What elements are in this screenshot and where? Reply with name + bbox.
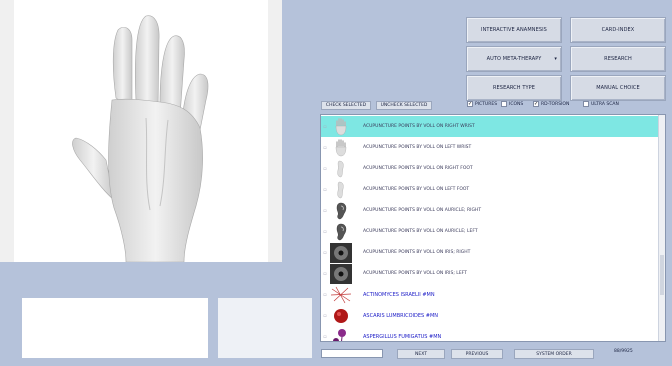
manual-choice-label: MANUAL CHOICE (596, 85, 640, 91)
research-label: RESEARCH (604, 56, 632, 62)
list-item-label: ACUPUNCTURE POINTS BY VOLL ON RIGHT FOOT (363, 166, 473, 171)
list-item[interactable]: ▫ ACUPUNCTURE POINTS BY VOLL ON LEFT FOOT (321, 179, 659, 200)
icons-label: ICONS (509, 101, 524, 107)
list-item[interactable]: ▫ ACUPUNCTURE POINTS BY VOLL ON IRIS; LEF… (321, 263, 659, 284)
check-selected-label: CHECK SELECTED (325, 103, 367, 108)
rd-torsion-label: RD-TORSION (541, 101, 570, 107)
foot-icon (329, 180, 353, 200)
list-item-label: ACUPUNCTURE POINTS BY VOLL ON AURICLE; R… (363, 208, 482, 213)
card-index-label: CARD-INDEX (601, 27, 635, 33)
info-panel-right (218, 298, 312, 358)
ultra-scan-label: ULTRA SCAN (591, 101, 619, 107)
hand-icon (329, 117, 353, 137)
ear-icon (329, 201, 353, 221)
manual-choice-button[interactable]: MANUAL CHOICE (570, 75, 666, 101)
row-checkbox[interactable]: ▫ (322, 124, 328, 130)
icons-checkbox[interactable]: ICONS (501, 101, 523, 107)
row-checkbox[interactable]: ▫ (322, 334, 328, 340)
row-checkbox[interactable]: ▫ (322, 250, 328, 256)
iris-icon (329, 242, 353, 263)
ultra-scan-checkbox[interactable]: ULTRA SCAN (583, 101, 619, 107)
previous-button[interactable]: PREVIOUS (451, 349, 503, 359)
pictures-label: PICTURES (475, 101, 498, 107)
auto-meta-therapy-label: AUTO META-THERAPY (486, 56, 542, 62)
research-type-label: RESEARCH TYPE (492, 85, 536, 91)
list-item-label: ASCARIS LUMBRICOIDES #MN (363, 312, 439, 319)
ultra-scan-check-box (583, 101, 589, 107)
list-item-label: ACUPUNCTURE POINTS BY VOLL ON AURICLE; L… (363, 229, 478, 234)
previous-label: PREVIOUS (465, 351, 489, 357)
list-item-label: ACUPUNCTURE POINTS BY VOLL ON IRIS; LEFT (363, 271, 467, 276)
info-panel-left (22, 298, 208, 358)
image-canvas (14, 0, 268, 263)
pictures-checkbox[interactable]: ✓ PICTURES (467, 101, 497, 107)
list-item-label: ACUPUNCTURE POINTS BY VOLL ON LEFT WRIST (363, 145, 472, 150)
research-type-button[interactable]: RESEARCH TYPE (466, 75, 562, 101)
page-input[interactable] (321, 349, 383, 358)
interactive-anamnesis-button[interactable]: INTERACTIVE ANAMNESIS (466, 17, 562, 43)
list-item[interactable]: ▫ ACUPUNCTURE POINTS BY VOLL ON IRIS; RIG… (321, 242, 659, 263)
system-order-button[interactable]: SYSTEM ORDER (514, 349, 594, 359)
row-checkbox[interactable]: ▫ (322, 166, 328, 172)
list-item-label: ACUPUNCTURE POINTS BY VOLL ON RIGHT WRIS… (363, 124, 475, 129)
row-checkbox[interactable]: ▫ (322, 145, 328, 151)
system-order-label: SYSTEM ORDER (536, 351, 572, 357)
list-item[interactable]: ▫ ACUPUNCTURE POINTS BY VOLL ON AURICLE; … (321, 200, 659, 221)
auto-meta-therapy-dropdown[interactable]: AUTO META-THERAPY ▾ (466, 46, 562, 72)
list-item[interactable]: ▫ ASPERGILLUS FUMIGATUS #MN (321, 326, 659, 341)
list-scrollbar[interactable] (658, 115, 665, 341)
image-viewer (0, 0, 282, 263)
hand-image (72, 15, 209, 263)
row-checkbox[interactable]: ▫ (322, 313, 328, 319)
row-checkbox[interactable]: ▫ (322, 229, 328, 235)
list-item-label: ACTINOMYCES ISRAELII #MN (363, 291, 435, 298)
row-checkbox[interactable]: ▫ (322, 271, 328, 277)
list-item[interactable]: ▫ ACUPUNCTURE POINTS BY VOLL ON RIGHT WRI… (321, 116, 659, 137)
fungus-icon (329, 327, 353, 341)
pictures-check-icon: ✓ (467, 101, 473, 107)
acupuncture-list[interactable]: ▫ ACUPUNCTURE POINTS BY VOLL ON RIGHT WRI… (320, 114, 666, 342)
record-counter: 88/9925 (614, 349, 633, 354)
microbe-icon (329, 285, 353, 305)
research-button[interactable]: RESEARCH (570, 46, 666, 72)
scrollbar-thumb[interactable] (660, 255, 664, 295)
next-label: NEXT (415, 351, 427, 357)
row-checkbox[interactable]: ▫ (322, 187, 328, 193)
list-item[interactable]: ▫ ACUPUNCTURE POINTS BY VOLL ON LEFT WRIS… (321, 137, 659, 158)
icons-check-box (501, 101, 507, 107)
list-item[interactable]: ▫ ACTINOMYCES ISRAELII #MN (321, 284, 659, 305)
check-selected-button[interactable]: CHECK SELECTED (321, 101, 371, 110)
list-item[interactable]: ▫ ACUPUNCTURE POINTS BY VOLL ON RIGHT FOO… (321, 158, 659, 179)
hand-icon (329, 138, 353, 158)
dropdown-arrow-icon: ▾ (554, 56, 557, 62)
list-item[interactable]: ▫ ACUPUNCTURE POINTS BY VOLL ON AURICLE; … (321, 221, 659, 242)
rd-torsion-check-icon: ✓ (533, 101, 539, 107)
list-item-label: ASPERGILLUS FUMIGATUS #MN (363, 333, 442, 340)
row-checkbox[interactable]: ▫ (322, 208, 328, 214)
uncheck-selected-button[interactable]: UNCHECK SELECTED (376, 101, 432, 110)
parasite-icon (329, 306, 353, 326)
interactive-anamnesis-label: INTERACTIVE ANAMNESIS (481, 27, 547, 33)
uncheck-selected-label: UNCHECK SELECTED (380, 103, 428, 108)
card-index-button[interactable]: CARD-INDEX (570, 17, 666, 43)
rd-torsion-checkbox[interactable]: ✓ RD-TORSION (533, 101, 569, 107)
foot-icon (329, 159, 353, 179)
list-item-label: ACUPUNCTURE POINTS BY VOLL ON IRIS; RIGH… (363, 250, 471, 255)
list-item-label: ACUPUNCTURE POINTS BY VOLL ON LEFT FOOT (363, 187, 470, 192)
row-checkbox[interactable]: ▫ (322, 292, 328, 298)
ear-icon (329, 222, 353, 242)
next-button[interactable]: NEXT (397, 349, 445, 359)
iris-icon (329, 263, 353, 284)
list-item[interactable]: ▫ ASCARIS LUMBRICOIDES #MN (321, 305, 659, 326)
